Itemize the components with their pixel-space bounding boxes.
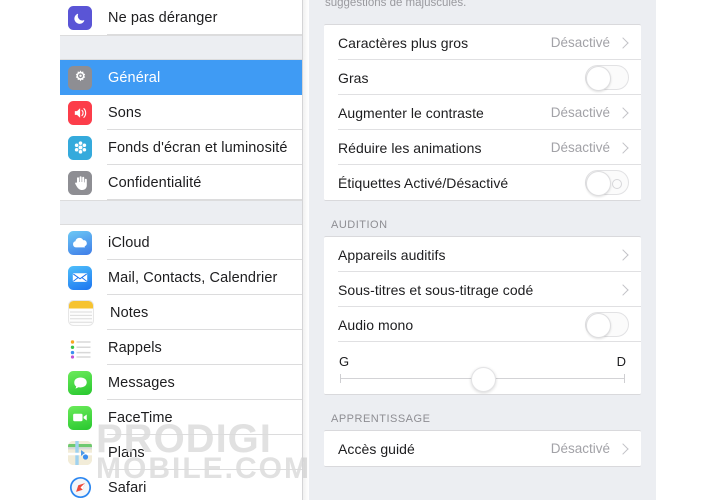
sidebar-item-messages[interactable]: Messages — [60, 365, 302, 400]
row-separator — [107, 34, 302, 35]
accessibility-detail-panel[interactable]: suggestions de majuscules. Caractères pl… — [309, 0, 656, 500]
keyboard-footnote: suggestions de majuscules. — [325, 0, 467, 9]
row-acces-guide[interactable]: Accès guidé Désactivé — [324, 431, 641, 466]
row-value: Désactivé — [550, 441, 610, 456]
reminders-icon — [68, 335, 92, 360]
vision-settings-card: Caractères plus gros Désactivé Gras Augm… — [324, 24, 641, 201]
slider-end-labels: G D — [338, 347, 627, 369]
row-title: Gras — [338, 69, 369, 86]
ios-settings-screen: Ne pas déranger Général Sons Fonds d'écr… — [0, 0, 702, 500]
messages-icon — [68, 370, 92, 395]
moon-icon — [68, 5, 92, 30]
chevron-right-icon — [617, 36, 629, 49]
sidebar-item-safari[interactable]: Safari — [60, 470, 302, 500]
sidebar-item-rappels[interactable]: Rappels — [60, 330, 302, 365]
row-etiquettes-active-desactive[interactable]: Étiquettes Activé/Désactivé — [324, 165, 641, 200]
balance-slider[interactable] — [338, 367, 627, 392]
slider-left-label: G — [339, 354, 350, 369]
sidebar-item-plans[interactable]: Plans — [60, 435, 302, 470]
slider-tick-left — [340, 374, 341, 383]
toggle-knob — [586, 66, 611, 91]
row-value: Désactivé — [550, 105, 610, 120]
toggle-off-marker-icon — [612, 179, 622, 189]
wallpaper-icon — [68, 135, 92, 160]
row-title: Audio mono — [338, 316, 414, 333]
sidebar-item-label: Fonds d'écran et luminosité — [108, 139, 288, 156]
apprentissage-settings-card: Accès guidé Désactivé — [324, 430, 641, 467]
slider-tick-right — [624, 374, 625, 383]
row-title: Accès guidé — [338, 440, 415, 457]
mail-icon — [68, 265, 92, 290]
icloud-icon — [68, 230, 92, 255]
sidebar-item-label: iCloud — [108, 234, 150, 251]
row-title: Étiquettes Activé/Désactivé — [338, 174, 509, 191]
sidebar-item-label: Sons — [108, 104, 142, 121]
sidebar-item-fonds-decran[interactable]: Fonds d'écran et luminosité — [60, 130, 302, 165]
row-reduire-les-animations[interactable]: Réduire les animations Désactivé — [324, 130, 641, 165]
audio-mono-toggle[interactable] — [585, 312, 629, 338]
section-header-audition: AUDITION — [331, 219, 388, 231]
hand-icon — [68, 170, 92, 195]
sidebar-item-notes[interactable]: Notes — [60, 295, 302, 330]
sidebar-group-gap — [60, 35, 302, 60]
row-augmenter-le-contraste[interactable]: Augmenter le contraste Désactivé — [324, 95, 641, 130]
settings-sidebar[interactable]: Ne pas déranger Général Sons Fonds d'écr… — [60, 0, 302, 500]
row-value: Désactivé — [550, 35, 610, 50]
slider-right-label: D — [616, 354, 626, 369]
sidebar-item-label: Plans — [108, 444, 145, 461]
chevron-right-icon — [617, 248, 629, 261]
row-caracteres-plus-gros[interactable]: Caractères plus gros Désactivé — [324, 25, 641, 60]
row-title: Appareils auditifs — [338, 246, 446, 263]
toggle-knob — [586, 171, 611, 196]
row-sous-titres[interactable]: Sous-titres et sous-titrage codé — [324, 272, 641, 307]
sidebar-item-sons[interactable]: Sons — [60, 95, 302, 130]
sidebar-item-mail-contacts-calendrier[interactable]: Mail, Contacts, Calendrier — [60, 260, 302, 295]
safari-icon — [68, 476, 92, 500]
gear-icon — [68, 65, 92, 90]
row-balance-slider[interactable]: G D — [324, 342, 641, 394]
etiquettes-toggle[interactable] — [585, 170, 629, 196]
sidebar-item-label: FaceTime — [108, 409, 173, 426]
sidebar-item-label: Safari — [108, 479, 147, 496]
section-header-apprentissage: APPRENTISSAGE — [331, 413, 431, 425]
sidebar-item-label: Confidentialité — [108, 174, 202, 191]
row-value: Désactivé — [550, 140, 610, 155]
row-appareils-auditifs[interactable]: Appareils auditifs — [324, 237, 641, 272]
sidebar-group-gap — [60, 200, 302, 225]
maps-icon — [68, 440, 92, 465]
sidebar-item-label: Messages — [108, 374, 175, 391]
sidebar-item-label: Rappels — [108, 339, 162, 356]
sidebar-item-confidentialite[interactable]: Confidentialité — [60, 165, 302, 200]
sidebar-item-general[interactable]: Général — [60, 60, 302, 95]
notes-icon — [68, 299, 94, 326]
slider-thumb[interactable] — [470, 367, 496, 392]
toggle-knob — [586, 313, 611, 338]
speaker-icon — [68, 100, 92, 125]
sidebar-item-label: Notes — [110, 304, 149, 321]
audition-settings-card: Appareils auditifs Sous-titres et sous-t… — [324, 236, 641, 395]
chevron-right-icon — [617, 141, 629, 154]
gras-toggle[interactable] — [585, 65, 629, 91]
row-separator — [107, 199, 302, 200]
sidebar-item-ne-pas-deranger[interactable]: Ne pas déranger — [60, 0, 302, 35]
row-audio-mono[interactable]: Audio mono — [324, 307, 641, 342]
sidebar-item-facetime[interactable]: FaceTime — [60, 400, 302, 435]
sidebar-item-label: Mail, Contacts, Calendrier — [108, 269, 278, 286]
chevron-right-icon — [617, 442, 629, 455]
row-title: Réduire les animations — [338, 139, 482, 156]
sidebar-item-label: Général — [108, 69, 161, 86]
row-title: Sous-titres et sous-titrage codé — [338, 281, 534, 298]
row-title: Caractères plus gros — [338, 34, 469, 51]
facetime-icon — [68, 405, 92, 430]
row-gras[interactable]: Gras — [324, 60, 641, 95]
sidebar-item-icloud[interactable]: iCloud — [60, 225, 302, 260]
chevron-right-icon — [617, 283, 629, 296]
row-title: Augmenter le contraste — [338, 104, 484, 121]
chevron-right-icon — [617, 106, 629, 119]
sidebar-item-label: Ne pas déranger — [108, 9, 218, 26]
